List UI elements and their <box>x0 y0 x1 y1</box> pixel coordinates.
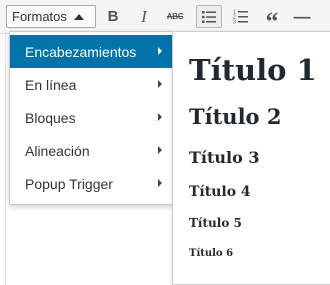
editor-border <box>5 34 6 285</box>
menu-item-label: Popup Trigger <box>25 175 113 192</box>
formats-menu: Encabezamientos En línea Bloques Alineac… <box>9 31 173 205</box>
heading-option-5[interactable]: Título 5 <box>189 216 242 230</box>
blockquote-icon[interactable]: “ <box>260 5 284 36</box>
editor-toolbar: Formatos B I ABC 1 2 3 “ — <box>0 0 330 36</box>
numbered-list-icon[interactable]: 1 2 3 <box>229 5 253 28</box>
caret-right-icon <box>158 146 162 154</box>
bullet-list-icon[interactable] <box>196 5 222 28</box>
menu-item-popup-trigger[interactable]: Popup Trigger <box>10 167 172 200</box>
caret-up-icon <box>73 13 84 20</box>
menu-item-label: Bloques <box>25 109 76 126</box>
svg-text:3: 3 <box>233 20 236 25</box>
heading-option-1[interactable]: Título 1 <box>189 53 317 87</box>
heading-option-4[interactable]: Título 4 <box>189 184 251 200</box>
italic-icon[interactable]: I <box>132 5 156 28</box>
formats-dropdown-button[interactable]: Formatos <box>6 5 96 28</box>
menu-item-label: Encabezamientos <box>25 43 137 60</box>
headings-submenu: Título 1 Título 2 Título 3 Título 4 Títu… <box>172 31 330 285</box>
caret-right-icon <box>158 113 162 121</box>
menu-item-alineacion[interactable]: Alineación <box>10 134 172 167</box>
caret-right-icon <box>158 80 162 88</box>
formats-label: Formatos <box>12 9 67 24</box>
heading-option-3[interactable]: Título 3 <box>189 148 259 167</box>
menu-item-label: Alineación <box>25 142 90 159</box>
horizontal-line-icon[interactable]: — <box>290 5 314 28</box>
bold-icon[interactable]: B <box>101 5 125 28</box>
menu-item-bloques[interactable]: Bloques <box>10 101 172 134</box>
caret-right-icon <box>158 47 162 55</box>
menu-item-encabezamientos[interactable]: Encabezamientos <box>10 35 172 68</box>
heading-option-2[interactable]: Título 2 <box>189 104 281 129</box>
editor-stage: Formatos B I ABC 1 2 3 “ — Encabezamient… <box>0 0 330 285</box>
menu-item-label: En línea <box>25 76 77 93</box>
strikethrough-icon[interactable]: ABC <box>163 5 187 28</box>
heading-option-6[interactable]: Título 6 <box>189 248 233 259</box>
menu-item-en-linea[interactable]: En línea <box>10 68 172 101</box>
caret-right-icon <box>158 179 162 187</box>
